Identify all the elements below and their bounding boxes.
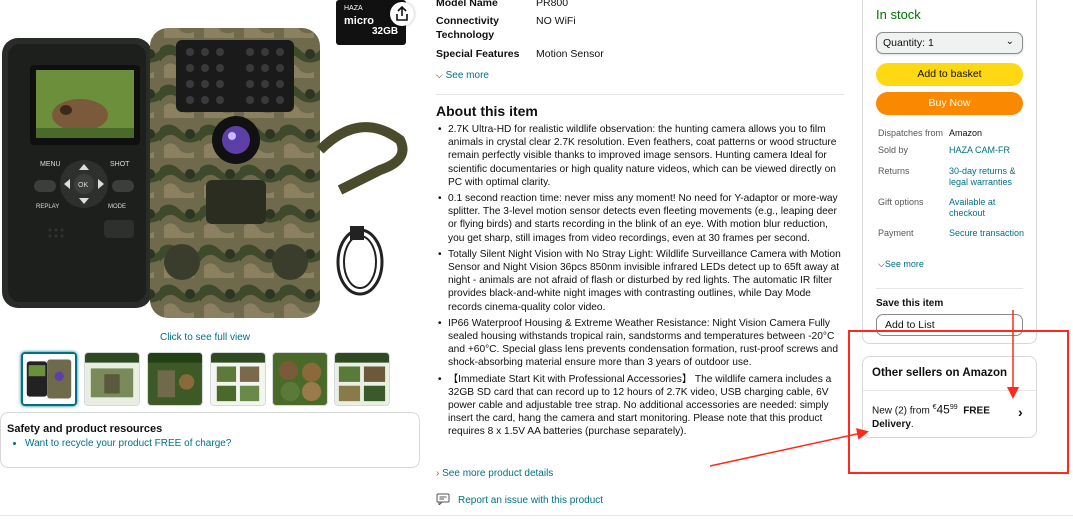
about-bullet: 0.1 second reaction time: never miss any… bbox=[436, 192, 844, 245]
divider bbox=[436, 94, 844, 95]
report-issue-link[interactable]: Report an issue with this product bbox=[436, 493, 603, 508]
see-more-specs-link[interactable]: ⌵ See more bbox=[436, 70, 489, 81]
spec-label: Special Features bbox=[436, 48, 520, 60]
buy-now-button[interactable]: Buy Now bbox=[876, 92, 1023, 115]
about-bullet: 【Immediate Start Kit with Professional A… bbox=[436, 373, 844, 439]
spec-label: Model Name bbox=[436, 0, 498, 9]
returns-label: Returns bbox=[878, 166, 910, 176]
sold-by-label: Sold by bbox=[878, 145, 909, 155]
share-icon[interactable] bbox=[390, 2, 414, 26]
save-item-title: Save this item bbox=[876, 298, 944, 309]
spec-value: PR800 bbox=[536, 0, 569, 9]
sold-by-link[interactable]: HAZA CAM-FR bbox=[949, 145, 1029, 156]
add-to-basket-button[interactable]: Add to basket bbox=[876, 63, 1023, 86]
about-bullets: 2.7K Ultra-HD for realistic wildlife obs… bbox=[436, 123, 844, 442]
about-bullet: Totally Silent Night Vision with No Stra… bbox=[436, 248, 844, 314]
shot-btn-label: SHOT bbox=[110, 161, 130, 168]
sd-type: micro bbox=[344, 15, 374, 27]
chevron-down-icon: ⌄ bbox=[1005, 36, 1014, 47]
see-more-label: See more bbox=[884, 259, 924, 269]
returns-link[interactable]: 30-day returns & legal warranties bbox=[949, 166, 1029, 188]
ok-btn-label: OK bbox=[78, 182, 88, 189]
thumbnail-6[interactable] bbox=[334, 352, 390, 406]
safety-title: Safety and product resources bbox=[7, 423, 163, 435]
thumbnail-4[interactable] bbox=[210, 352, 266, 406]
chevron-down-icon: ⌵ bbox=[878, 259, 885, 269]
about-bullet: 2.7K Ultra-HD for realistic wildlife obs… bbox=[436, 123, 844, 189]
see-more-details-link[interactable]: › See more product details bbox=[436, 468, 553, 479]
thumbnail-2[interactable] bbox=[84, 352, 140, 406]
main-product-image[interactable]: MENU SHOT OK REPLAY MODE HAZA micro 32GB bbox=[0, 0, 420, 328]
mode-btn-label: MODE bbox=[108, 204, 126, 210]
report-issue-label: Report an issue with this product bbox=[458, 495, 604, 506]
divider bbox=[876, 288, 1023, 289]
quantity-label: Quantity: 1 bbox=[883, 37, 934, 49]
about-title: About this item bbox=[436, 103, 538, 119]
annotation-box bbox=[848, 330, 1069, 474]
menu-btn-label: MENU bbox=[40, 161, 61, 168]
see-more-buybox-link[interactable]: ⌵See more bbox=[878, 259, 924, 270]
thumbnail-1[interactable] bbox=[21, 352, 77, 406]
gift-options-link[interactable]: Available at checkout bbox=[949, 197, 1029, 219]
quantity-select[interactable]: Quantity: 1 ⌄ bbox=[876, 32, 1023, 54]
sd-brand: HAZA bbox=[344, 5, 363, 12]
report-icon bbox=[436, 493, 450, 508]
spec-value: Motion Sensor bbox=[536, 48, 604, 60]
sd-capacity: 32GB bbox=[372, 26, 398, 37]
gift-options-label: Gift options bbox=[878, 197, 924, 207]
thumbnail-3[interactable] bbox=[147, 352, 203, 406]
payment-label: Payment bbox=[878, 228, 914, 238]
see-more-details-label: See more product details bbox=[442, 468, 554, 479]
divider bbox=[0, 515, 1073, 516]
stock-status: In stock bbox=[876, 7, 921, 22]
chevron-right-icon: › bbox=[436, 468, 440, 479]
replay-btn-label: REPLAY bbox=[36, 204, 59, 210]
safety-resources-box: Safety and product resources Want to rec… bbox=[0, 412, 420, 468]
thumbnail-5[interactable] bbox=[272, 352, 328, 406]
payment-link[interactable]: Secure transaction bbox=[949, 228, 1029, 239]
see-more-label: See more bbox=[445, 70, 489, 81]
spec-value: NO WiFi bbox=[536, 15, 576, 27]
dispatches-label: Dispatches from bbox=[878, 128, 944, 138]
about-bullet: IP66 Waterproof Housing & Extreme Weathe… bbox=[436, 317, 844, 370]
recycle-link[interactable]: Want to recycle your product FREE of cha… bbox=[25, 438, 413, 449]
spec-label: Connectivity Technology bbox=[436, 15, 500, 41]
dispatches-value: Amazon bbox=[949, 128, 983, 138]
click-to-see-full-view[interactable]: Click to see full view bbox=[130, 332, 280, 343]
chevron-down-icon: ⌵ bbox=[436, 70, 443, 80]
